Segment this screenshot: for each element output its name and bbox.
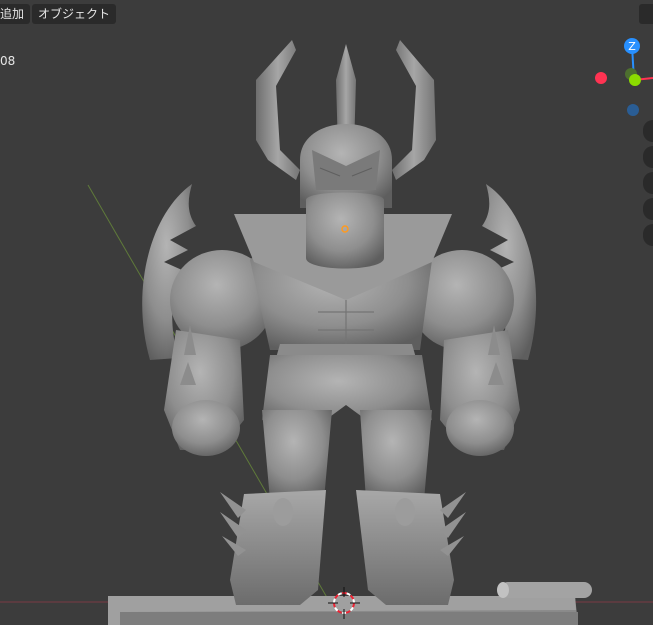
- object-menu-button[interactable]: オブジェクト: [32, 4, 117, 24]
- viewport-nav-tools: [643, 120, 653, 246]
- viewport-header-menu: 追加 オブジェクト: [0, 4, 117, 26]
- neg-z-axis-handle[interactable]: [627, 104, 639, 116]
- z-axis-label: Z: [628, 40, 636, 53]
- viewport-stat-text: 08: [0, 54, 16, 68]
- cylinder-prop[interactable]: [497, 582, 592, 598]
- add-menu-button[interactable]: 追加: [0, 4, 31, 24]
- camera-view-icon[interactable]: [643, 172, 653, 194]
- perspective-toggle-icon[interactable]: [643, 198, 653, 220]
- pan-tool-icon[interactable]: [643, 146, 653, 168]
- character-model[interactable]: [142, 40, 537, 605]
- y-axis-handle[interactable]: [629, 74, 641, 86]
- 3d-viewport[interactable]: 追加 オブジェクト 08 Z: [0, 0, 653, 625]
- scene-canvas[interactable]: [0, 0, 653, 625]
- zoom-tool-icon[interactable]: [643, 120, 653, 142]
- panel-chevron-icon[interactable]: [639, 4, 653, 24]
- grid-view-icon[interactable]: [643, 224, 653, 246]
- neg-x-axis-handle[interactable]: [595, 72, 607, 84]
- navigation-gizmo[interactable]: Z: [585, 30, 653, 130]
- base-slab[interactable]: [108, 596, 578, 625]
